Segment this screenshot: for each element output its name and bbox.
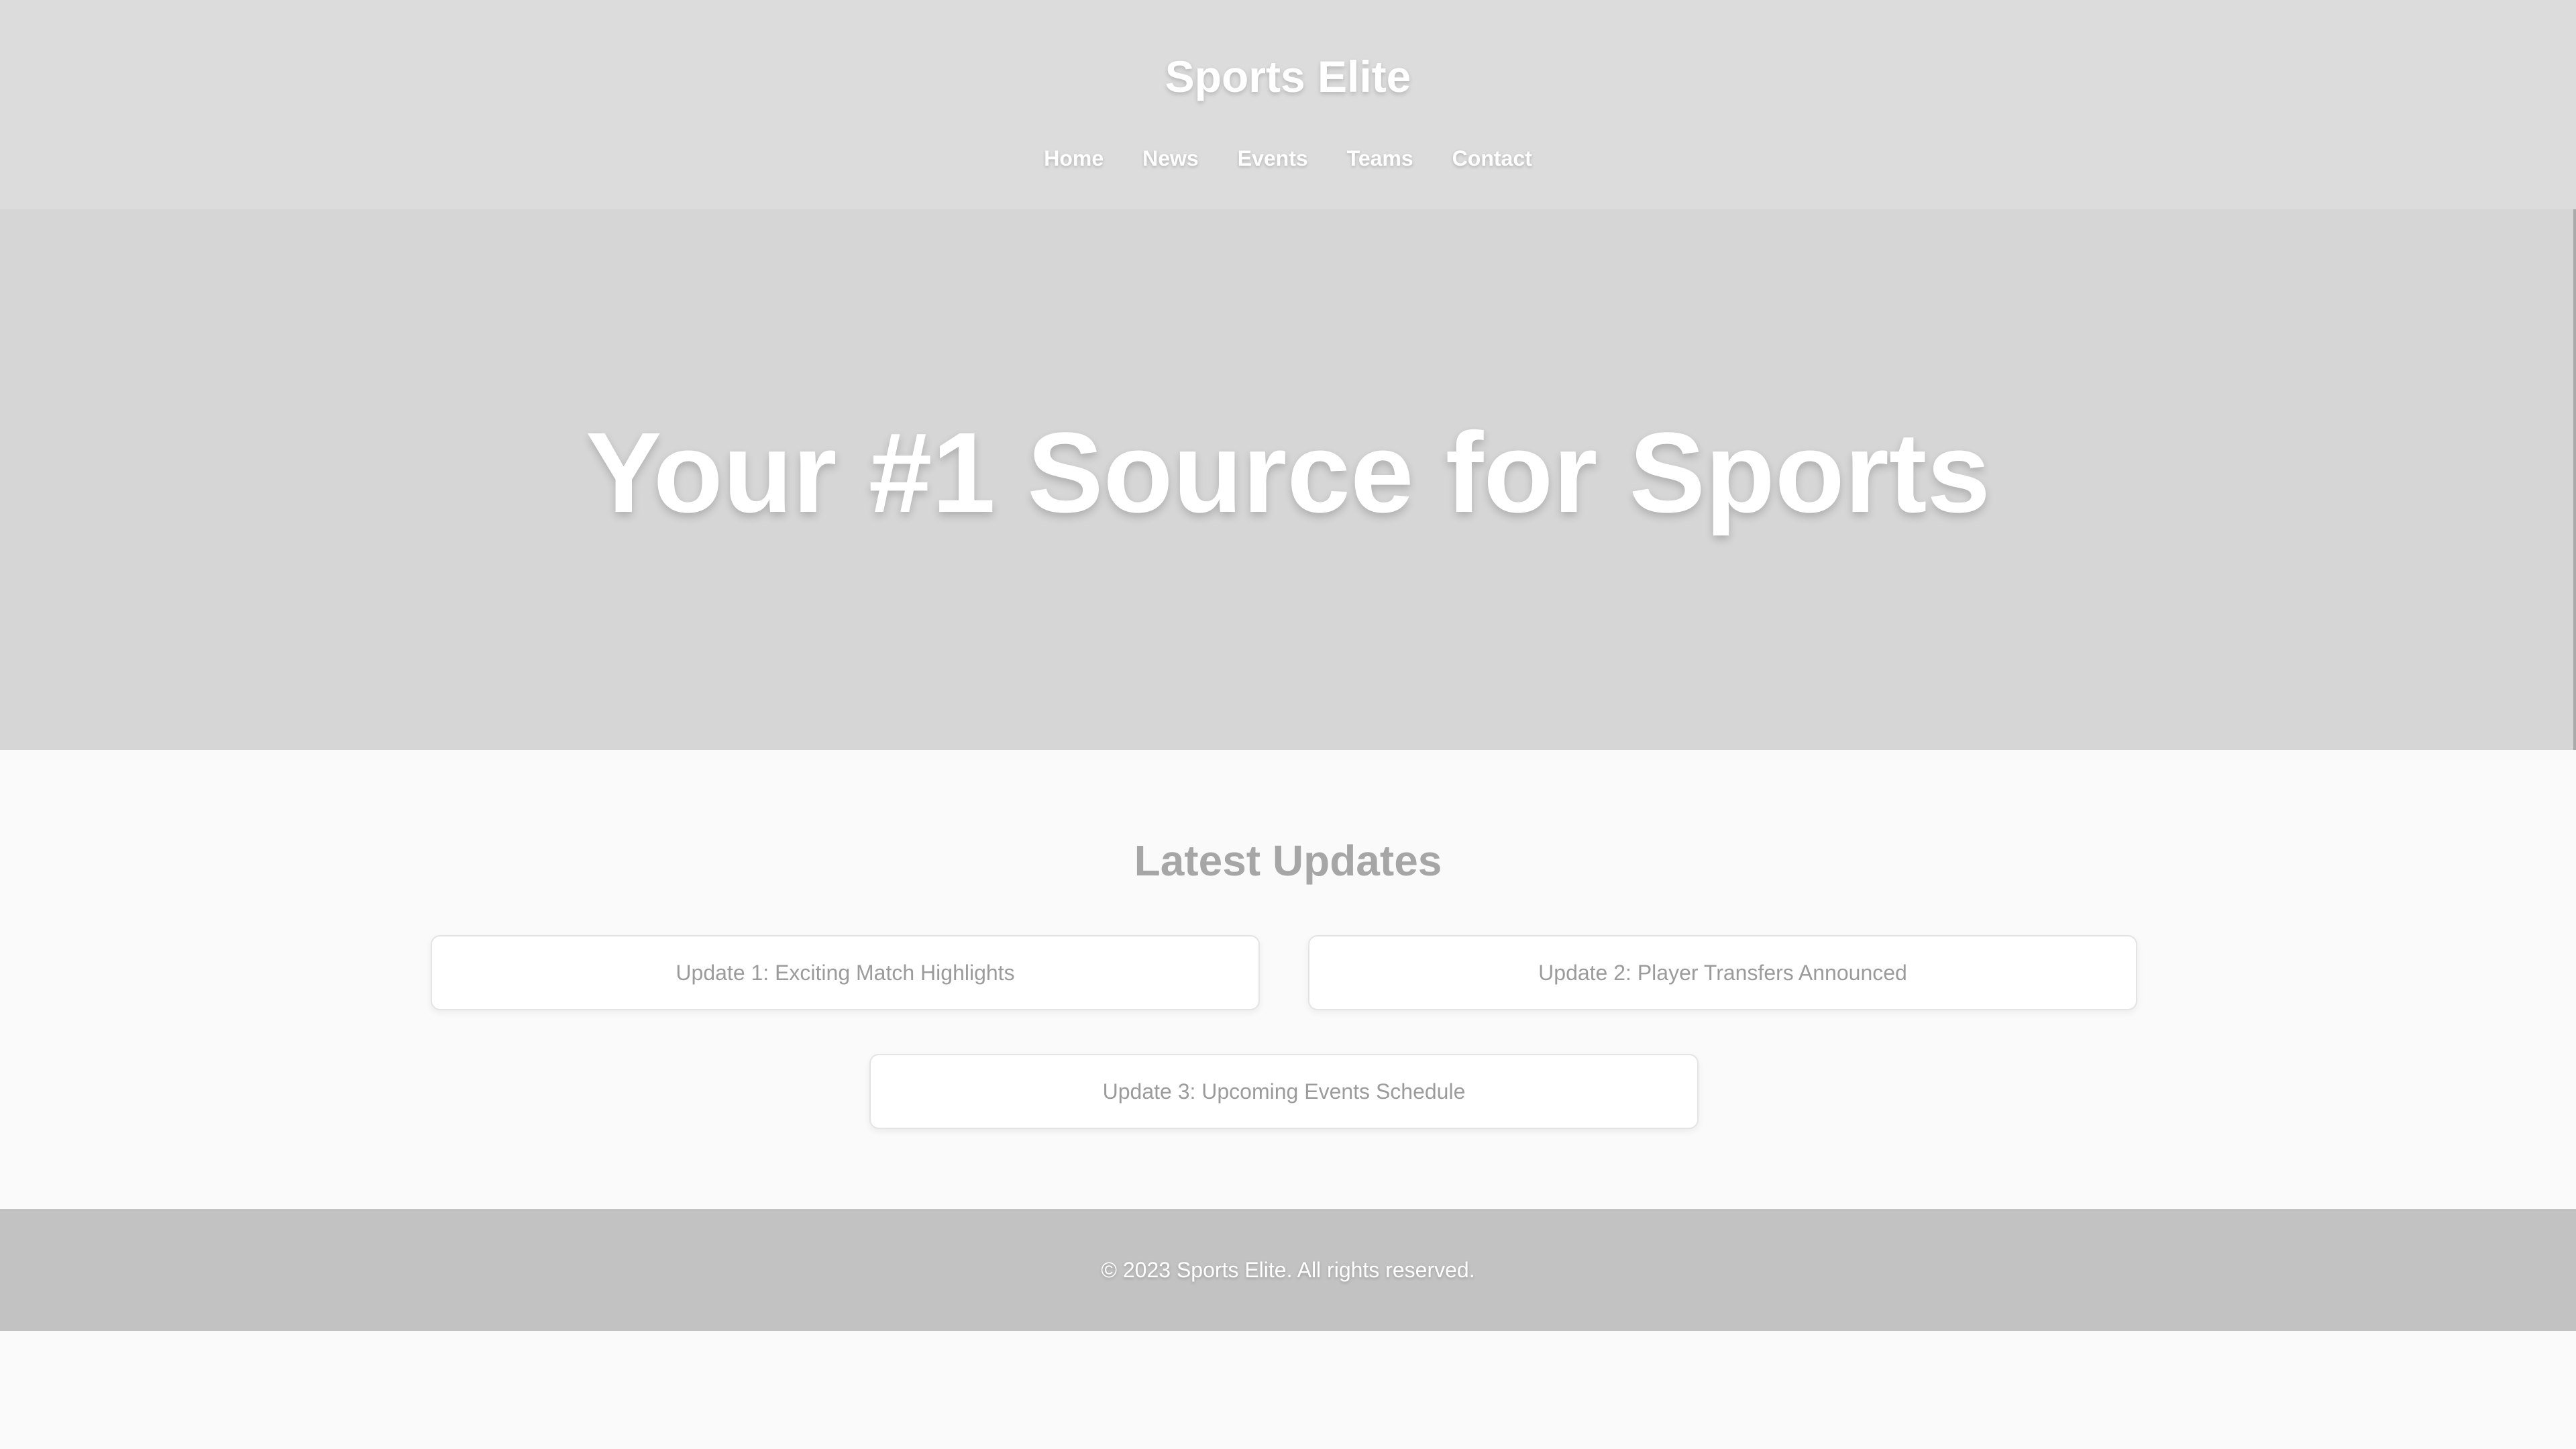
nav-link-events[interactable]: Events [1238, 146, 1308, 171]
latest-updates-heading: Latest Updates [1134, 837, 1442, 885]
nav-link-home[interactable]: Home [1044, 146, 1104, 171]
update-card-3[interactable]: Update 3: Upcoming Events Schedule [869, 1054, 1699, 1129]
site-logo-title[interactable]: Sports Elite [0, 51, 2576, 102]
site-footer: © 2023 Sports Elite. All rights reserved… [0, 1209, 2576, 1331]
nav-link-news[interactable]: News [1142, 146, 1199, 171]
update-card-text: Update 1: Exciting Match Highlights [676, 960, 1015, 985]
hero-title: Your #1 Source for Sports [586, 409, 1990, 537]
site-header: Sports Elite Home News Events Teams Cont… [0, 0, 2576, 209]
footer-copyright: © 2023 Sports Elite. All rights reserved… [1101, 1257, 1475, 1282]
update-card-2[interactable]: Update 2: Player Transfers Announced [1308, 935, 2137, 1010]
main-nav: Home News Events Teams Contact [0, 146, 2576, 171]
hero-banner: Your #1 Source for Sports [0, 209, 2576, 750]
update-card-text: Update 3: Upcoming Events Schedule [1102, 1079, 1466, 1104]
update-card-1[interactable]: Update 1: Exciting Match Highlights [431, 935, 1260, 1010]
update-card-text: Update 2: Player Transfers Announced [1538, 960, 1907, 985]
nav-link-contact[interactable]: Contact [1452, 146, 1532, 171]
nav-link-teams[interactable]: Teams [1347, 146, 1413, 171]
